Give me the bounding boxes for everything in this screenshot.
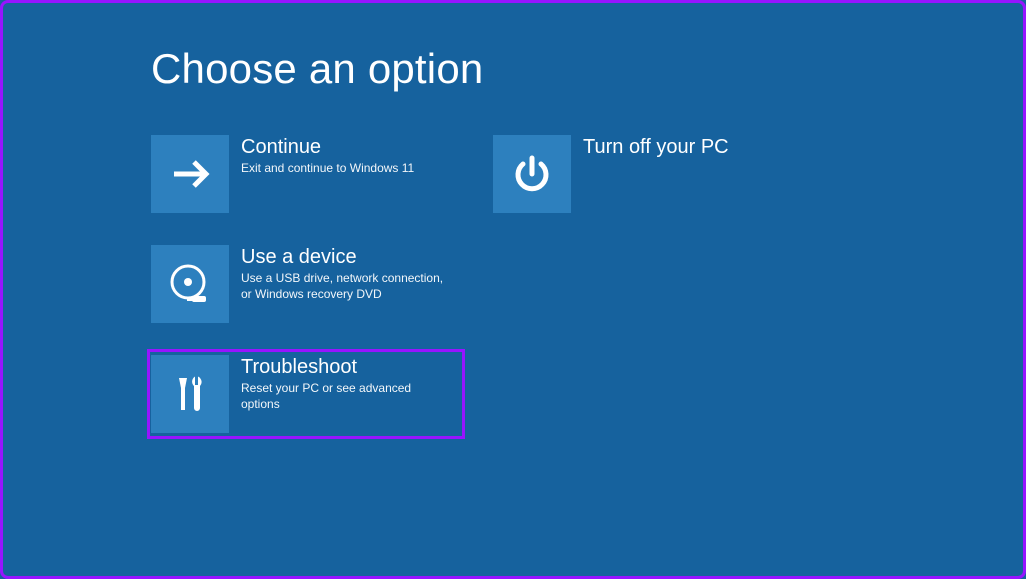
option-title: Use a device <box>241 245 451 269</box>
option-text: Troubleshoot Reset your PC or see advanc… <box>229 355 451 412</box>
option-desc: Reset your PC or see advanced options <box>241 381 451 412</box>
options-column-right: Turn off your PC <box>493 135 835 471</box>
option-title: Turn off your PC <box>583 135 729 159</box>
option-desc: Exit and continue to Windows 11 <box>241 161 414 177</box>
option-title: Troubleshoot <box>241 355 451 379</box>
option-use-device[interactable]: Use a device Use a USB drive, network co… <box>151 245 463 323</box>
option-title: Continue <box>241 135 414 159</box>
option-text: Use a device Use a USB drive, network co… <box>229 245 451 302</box>
arrow-right-icon <box>151 135 229 213</box>
option-turn-off[interactable]: Turn off your PC <box>493 135 805 213</box>
option-desc: Use a USB drive, network connection, or … <box>241 271 451 302</box>
option-continue[interactable]: Continue Exit and continue to Windows 11 <box>151 135 463 213</box>
page-title: Choose an option <box>151 45 1023 93</box>
disc-icon <box>151 245 229 323</box>
option-text: Continue Exit and continue to Windows 11 <box>229 135 414 177</box>
option-text: Turn off your PC <box>571 135 729 161</box>
option-troubleshoot[interactable]: Troubleshoot Reset your PC or see advanc… <box>147 349 459 439</box>
options-grid: Continue Exit and continue to Windows 11… <box>151 135 1023 471</box>
tools-icon <box>151 355 229 433</box>
power-icon <box>493 135 571 213</box>
options-column-left: Continue Exit and continue to Windows 11… <box>151 135 493 471</box>
recovery-container: Choose an option Continue Exit and conti… <box>3 3 1023 471</box>
